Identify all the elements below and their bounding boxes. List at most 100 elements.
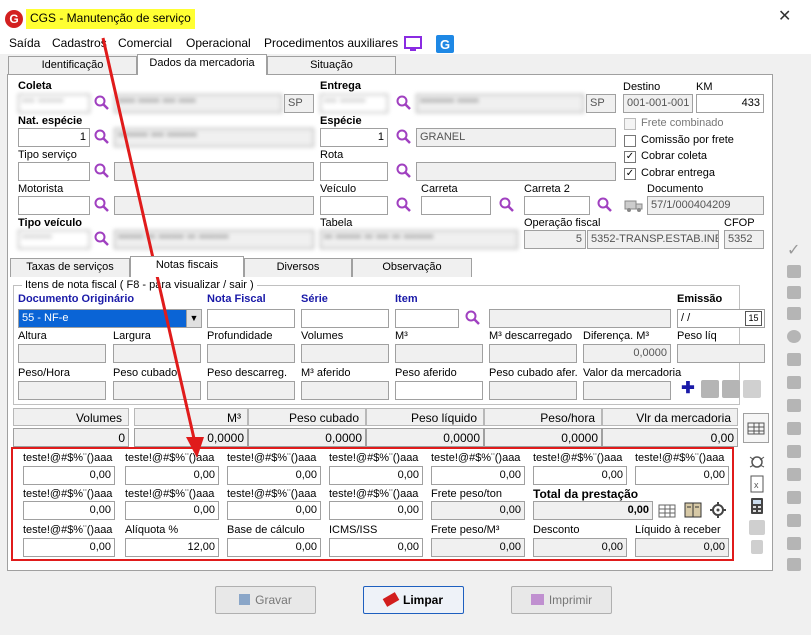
entrega-code-field[interactable]: *** ****** [320,94,388,113]
search-icon[interactable] [396,197,412,213]
fee-field[interactable]: 0,00 [227,466,321,485]
bug-icon[interactable] [747,451,767,471]
fee-field[interactable]: 0,00 [23,466,115,485]
aliquota-field[interactable]: 12,00 [125,538,219,557]
fee-field[interactable]: 0,00 [431,466,525,485]
toolbar-icon-6[interactable] [787,376,801,389]
menu-procedimentos[interactable]: Procedimentos auxiliares [264,36,398,50]
check-icon[interactable]: ✓ [787,240,800,260]
toolbar-icon-13[interactable] [787,537,801,550]
tab-diversos[interactable]: Diversos [244,258,352,277]
fee-field[interactable]: 0,00 [125,466,219,485]
search-icon[interactable] [94,95,110,111]
tab-dados-mercadoria[interactable]: Dados da mercadoria [137,54,267,75]
search-icon[interactable] [94,197,110,213]
toolbar-icon-7[interactable] [787,399,801,412]
menu-saida[interactable]: Saída [9,36,40,50]
menu-comercial[interactable]: Comercial [118,36,172,50]
serie-field[interactable] [301,309,389,328]
tab-taxas-servicos[interactable]: Taxas de serviços [10,258,130,277]
document-icon[interactable]: x [748,474,766,494]
menu-operacional[interactable]: Operacional [186,36,251,50]
toolbar-icon-5[interactable] [787,353,801,366]
toolbar-icon-3[interactable] [787,307,801,320]
search-icon[interactable] [396,95,412,111]
monitor-icon[interactable] [404,36,422,52]
icms-iss-field[interactable]: 0,00 [329,538,423,557]
toolbar-icon-12[interactable] [787,514,801,527]
fee-field[interactable]: 0,00 [227,501,321,520]
km-field[interactable]: 433 [696,94,764,113]
tab-observacao[interactable]: Observação [352,258,472,277]
grid-view-button[interactable] [743,413,769,443]
search-icon[interactable] [94,129,110,145]
base-calculo-field[interactable]: 0,00 [227,538,321,557]
comissao-frete-checkbox[interactable] [624,135,636,147]
cobrar-entrega-checkbox[interactable]: ✓ [624,168,636,180]
especie-code-field[interactable]: 1 [320,128,388,147]
documento-originario-select[interactable]: 55 - NF-e [18,309,202,328]
toolbar-icon-1[interactable] [787,265,801,278]
search-icon[interactable] [94,231,110,247]
menu-cadastros[interactable]: Cadastros [52,36,107,50]
close-icon[interactable]: ✕ [778,6,791,26]
fee-field[interactable]: 0,00 [125,501,219,520]
gear-icon[interactable] [722,380,740,398]
toolbar-icon-10[interactable] [787,468,801,481]
chevron-down-icon[interactable]: ▼ [186,310,201,327]
tab-situacao[interactable]: Situação [267,56,396,75]
fee-field[interactable]: 0,00 [329,466,423,485]
rota-field[interactable] [320,162,388,181]
fee-field[interactable]: 0,00 [533,466,627,485]
nota-fiscal-field[interactable] [207,309,295,328]
chat-icon[interactable] [749,520,765,535]
nat-especie-code-field[interactable]: 1 [18,128,90,147]
add-icon[interactable]: ✚ [680,380,696,398]
cobrar-coleta-checkbox[interactable]: ✓ [624,151,636,163]
fee-field[interactable]: 0,00 [635,466,729,485]
limpar-button[interactable]: Limpar [363,586,464,614]
hand-icon[interactable] [743,380,761,398]
fee-field[interactable]: 0,00 [23,538,115,557]
carreta-field[interactable] [421,196,491,215]
search-icon[interactable] [465,310,481,326]
totals-m3-value: 0,0000 [134,428,248,447]
search-icon[interactable] [597,197,613,213]
item-field[interactable] [395,309,459,328]
toolbar-icon-14[interactable] [787,558,801,571]
search-icon[interactable] [499,197,515,213]
toolbar-icon-2[interactable] [787,286,801,299]
peso-aferido-field[interactable] [395,381,483,400]
gravar-button[interactable]: Gravar [215,586,316,614]
tools-icon[interactable] [701,380,719,398]
carreta2-field[interactable] [524,196,590,215]
calculator-icon[interactable] [748,496,766,516]
g-app-icon[interactable]: G [436,35,454,53]
search-icon[interactable] [396,163,412,179]
tab-notas-fiscais[interactable]: Notas fiscais [130,256,244,277]
coleta-code-field[interactable]: *** ****** [18,94,90,113]
motorista-field[interactable] [18,196,90,215]
calendar-icon[interactable]: 15 [745,311,762,326]
toolbar-icon-4[interactable] [787,330,801,343]
totals-header-peso-cubado: Peso cubado [248,408,366,426]
toolbar-icon-9[interactable] [787,445,801,458]
fee-field[interactable]: 0,00 [23,501,115,520]
veiculo-field[interactable] [320,196,388,215]
fee-field[interactable]: 0,00 [329,501,423,520]
nota-fiscal-label: Nota Fiscal [207,293,266,305]
tipo-veiculo-code-field[interactable]: ******* [18,230,90,249]
tab-identificacao[interactable]: Identificação [8,56,137,75]
nat-especie-label: Nat. espécie [18,115,83,127]
tipo-servico-field[interactable] [18,162,90,181]
file-icon[interactable] [751,540,763,554]
imprimir-button[interactable]: Imprimir [511,586,612,614]
settings-icon[interactable] [708,500,728,520]
table-icon[interactable] [658,503,676,519]
toolbar-icon-8[interactable] [787,422,801,435]
toolbar-icon-11[interactable] [787,491,801,504]
search-icon[interactable] [94,163,110,179]
rota-label: Rota [320,149,344,161]
search-icon[interactable] [396,129,412,145]
book-icon[interactable] [683,501,703,519]
